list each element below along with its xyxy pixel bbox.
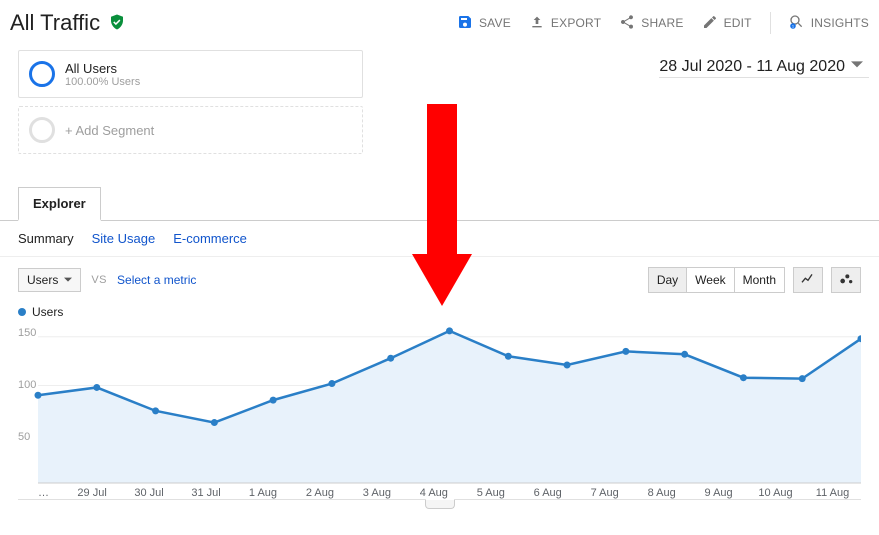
line-chart-icon <box>800 271 816 290</box>
share-icon <box>619 14 635 33</box>
x-label-11: 8 Aug <box>633 487 690 499</box>
segment-all-users-title: All Users <box>65 61 140 76</box>
export-label: EXPORT <box>551 16 601 30</box>
x-label-10: 7 Aug <box>576 487 633 499</box>
export-button[interactable]: EXPORT <box>529 14 601 33</box>
y-label-100: 100 <box>18 379 36 391</box>
caret-down-icon <box>851 58 863 76</box>
segment-all-users[interactable]: All Users 100.00% Users <box>18 50 363 98</box>
metric-dropdown-label: Users <box>27 273 58 287</box>
select-metric-link[interactable]: Select a metric <box>117 273 196 287</box>
chart-resize-handle[interactable] <box>425 499 455 509</box>
subnav-summary[interactable]: Summary <box>18 231 74 246</box>
insights-label: INSIGHTS <box>811 16 869 30</box>
x-label-0: … <box>38 487 64 499</box>
legend-series-1: Users <box>32 305 63 319</box>
date-range-label: 28 Jul 2020 - 11 Aug 2020 <box>659 58 845 76</box>
x-label-13: 10 Aug <box>747 487 804 499</box>
vs-label: VS <box>91 274 107 286</box>
x-label-12: 9 Aug <box>690 487 747 499</box>
add-segment-label: + Add Segment <box>65 123 154 138</box>
chart-type-motion-button[interactable] <box>831 267 861 293</box>
motion-chart-icon <box>838 271 854 290</box>
granularity-day[interactable]: Day <box>649 268 687 292</box>
x-label-6: 3 Aug <box>348 487 405 499</box>
x-label-4: 1 Aug <box>234 487 291 499</box>
x-axis: … 29 Jul 30 Jul 31 Jul 1 Aug 2 Aug 3 Aug… <box>18 487 861 499</box>
segment-ring-icon <box>29 61 55 87</box>
edit-button[interactable]: EDIT <box>702 14 752 33</box>
caret-down-icon <box>64 273 72 287</box>
save-label: SAVE <box>479 16 511 30</box>
legend-dot-icon <box>18 308 26 316</box>
x-label-14: 11 Aug <box>804 487 861 499</box>
insights-icon: 1 <box>789 14 805 33</box>
page-title: All Traffic <box>10 10 100 36</box>
y-label-150: 150 <box>18 327 36 339</box>
users-line-chart[interactable]: 150 100 50 <box>18 321 861 485</box>
share-button[interactable]: SHARE <box>619 14 683 33</box>
save-icon <box>457 14 473 33</box>
save-button[interactable]: SAVE <box>457 14 511 33</box>
x-label-1: 29 Jul <box>64 487 121 499</box>
granularity-month[interactable]: Month <box>735 268 784 292</box>
date-range-picker[interactable]: 28 Jul 2020 - 11 Aug 2020 <box>659 50 869 78</box>
edit-label: EDIT <box>724 16 752 30</box>
x-label-3: 31 Jul <box>178 487 235 499</box>
insights-button[interactable]: 1 INSIGHTS <box>789 14 869 33</box>
add-segment-button[interactable]: + Add Segment <box>18 106 363 154</box>
x-label-5: 2 Aug <box>291 487 348 499</box>
toolbar-divider <box>770 12 771 34</box>
segment-ring-grey-icon <box>29 117 55 143</box>
granularity-week[interactable]: Week <box>687 268 734 292</box>
metric-dropdown[interactable]: Users <box>18 268 81 292</box>
chart-type-line-button[interactable] <box>793 267 823 293</box>
segment-all-users-subtitle: 100.00% Users <box>65 76 140 88</box>
edit-icon <box>702 14 718 33</box>
x-label-7: 4 Aug <box>405 487 462 499</box>
verified-shield-icon <box>108 13 126 34</box>
x-label-9: 6 Aug <box>519 487 576 499</box>
subnav-ecommerce[interactable]: E-commerce <box>173 231 247 246</box>
export-icon <box>529 14 545 33</box>
subnav-site-usage[interactable]: Site Usage <box>92 231 156 246</box>
y-label-50: 50 <box>18 431 30 443</box>
x-label-2: 30 Jul <box>121 487 178 499</box>
x-label-8: 5 Aug <box>462 487 519 499</box>
share-label: SHARE <box>641 16 683 30</box>
tab-explorer[interactable]: Explorer <box>18 187 101 221</box>
chart-legend: Users <box>18 305 861 319</box>
